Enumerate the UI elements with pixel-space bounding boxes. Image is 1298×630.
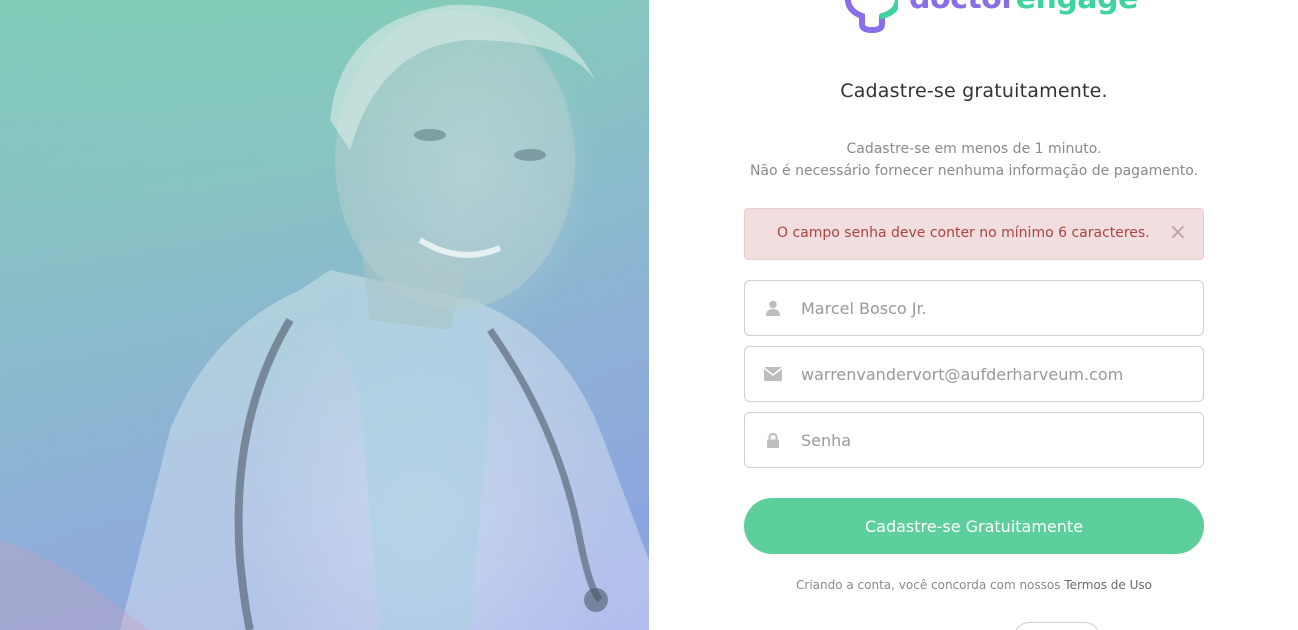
signup-page: doctorengage Cadastre-se gratuitamente. … bbox=[0, 0, 1298, 630]
password-input[interactable] bbox=[801, 413, 1191, 467]
terms-of-use-link[interactable]: Termos de Uso bbox=[1064, 578, 1152, 592]
logo-word-engage: engage bbox=[1016, 0, 1139, 16]
name-field[interactable] bbox=[744, 280, 1204, 336]
logo-word-doctor: doctor bbox=[909, 0, 1016, 16]
bottom-secondary-button[interactable] bbox=[1014, 622, 1100, 630]
password-field[interactable] bbox=[744, 412, 1204, 468]
name-input[interactable] bbox=[801, 281, 1191, 335]
logo-wordmark: doctorengage bbox=[909, 0, 1138, 14]
email-input[interactable] bbox=[801, 347, 1191, 401]
brand-logo[interactable]: doctorengage bbox=[838, 0, 1138, 34]
user-icon bbox=[763, 281, 783, 335]
page-subtitle: Cadastre-se em menos de 1 minuto. Não é … bbox=[724, 138, 1224, 182]
subtitle-line-1: Cadastre-se em menos de 1 minuto. bbox=[846, 141, 1102, 157]
error-alert: O campo senha deve conter no mínimo 6 ca… bbox=[744, 208, 1204, 260]
signup-submit-button[interactable]: Cadastre-se Gratuitamente bbox=[744, 498, 1204, 554]
subtitle-line-2: Não é necessário fornecer nenhuma inform… bbox=[749, 163, 1199, 179]
envelope-icon bbox=[763, 347, 783, 401]
terms-notice: Criando a conta, você concorda com nosso… bbox=[744, 578, 1204, 592]
logo-cross-icon bbox=[844, 0, 898, 34]
hero-doctor-image bbox=[0, 0, 649, 630]
email-field[interactable] bbox=[744, 346, 1204, 402]
terms-prefix: Criando a conta, você concorda com nosso… bbox=[796, 578, 1065, 592]
error-alert-message: O campo senha deve conter no mínimo 6 ca… bbox=[777, 225, 1150, 241]
lock-icon bbox=[763, 413, 783, 467]
close-icon[interactable]: × bbox=[1169, 222, 1187, 244]
page-title: Cadastre-se gratuitamente. bbox=[840, 80, 1108, 102]
